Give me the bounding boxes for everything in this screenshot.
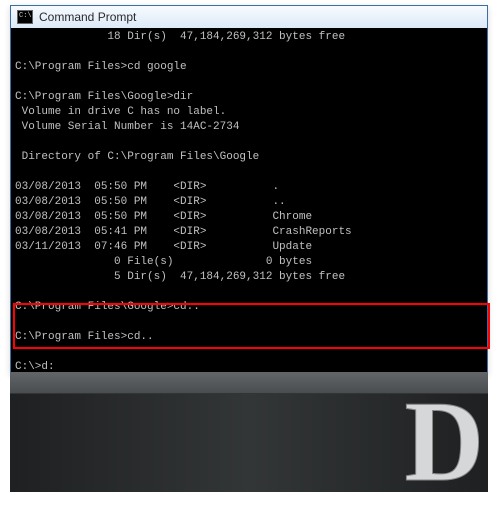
line: C:\Program Files>cd google [15, 61, 187, 73]
dir-row: 03/08/2013 05:50 PM <DIR> Chrome [15, 211, 312, 223]
line: Directory of C:\Program Files\Google [15, 151, 259, 163]
cmd-icon [17, 10, 33, 24]
line: C:\Program Files\Google>dir [15, 91, 193, 103]
dir-row: 03/08/2013 05:41 PM <DIR> CrashReports [15, 226, 352, 238]
dir-row: 03/11/2013 07:46 PM <DIR> Update [15, 241, 312, 253]
line: 18 Dir(s) 47,184,269,312 bytes free [15, 31, 345, 43]
desktop-background: D [10, 372, 488, 492]
titlebar[interactable]: Command Prompt [11, 6, 487, 28]
background-letter: D [405, 383, 484, 499]
dir-row: 03/08/2013 05:50 PM <DIR> . [15, 181, 279, 193]
dir-row: 5 Dir(s) 47,184,269,312 bytes free [15, 271, 345, 283]
dir-row: 03/08/2013 05:50 PM <DIR> .. [15, 196, 286, 208]
line: Volume Serial Number is 14AC-2734 [15, 121, 239, 133]
terminal-output[interactable]: 18 Dir(s) 47,184,269,312 bytes free C:\P… [11, 28, 487, 373]
line: C:\Program Files>cd.. [15, 331, 154, 343]
dir-row: 0 File(s) 0 bytes [15, 256, 312, 268]
line: Volume in drive C has no label. [15, 106, 226, 118]
command-prompt-window: Command Prompt 18 Dir(s) 47,184,269,312 … [10, 5, 488, 374]
line: C:\Program Files\Google>cd.. [15, 301, 200, 313]
window-title: Command Prompt [39, 10, 136, 24]
